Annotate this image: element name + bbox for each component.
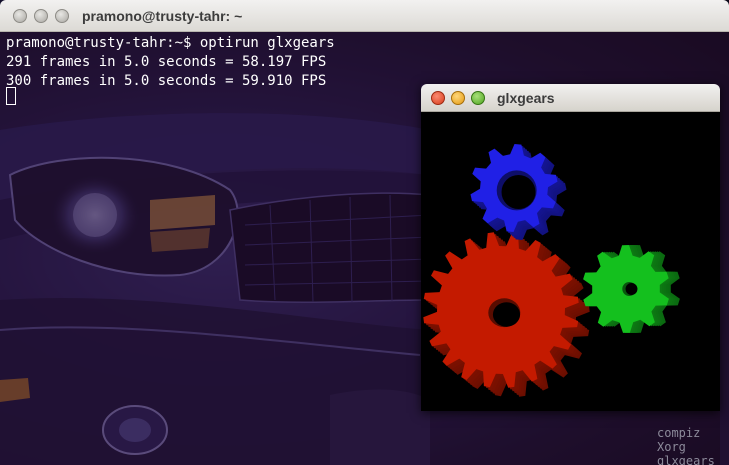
- terminal-cursor: [6, 87, 16, 105]
- glxgears-window[interactable]: glxgears: [421, 84, 720, 411]
- glxgears-canvas[interactable]: [421, 112, 720, 411]
- overlay-line-compiz: compiz: [657, 426, 701, 440]
- glxgears-minimize-button[interactable]: [451, 91, 465, 105]
- desktop: pramono@trusty-tahr: ~ pramono@trusty-ta…: [0, 0, 729, 465]
- terminal-title: pramono@trusty-tahr: ~: [82, 8, 243, 24]
- terminal-line-command: pramono@trusty-tahr:~$ optirun glxgears: [6, 35, 335, 51]
- blue-gear: [470, 144, 567, 240]
- terminal-close-button[interactable]: [13, 9, 27, 23]
- glxgears-close-button[interactable]: [431, 91, 445, 105]
- red-gear: [423, 232, 590, 397]
- terminal-minimize-button[interactable]: [34, 9, 48, 23]
- glxgears-title: glxgears: [497, 90, 555, 106]
- glxgears-titlebar[interactable]: glxgears: [421, 84, 720, 112]
- glxgears-maximize-button[interactable]: [471, 91, 485, 105]
- terminal-titlebar[interactable]: pramono@trusty-tahr: ~: [0, 0, 729, 32]
- overlay-line-xorg: Xorg: [657, 440, 686, 454]
- terminal-line-fps-2: 300 frames in 5.0 seconds = 59.910 FPS: [6, 73, 327, 89]
- terminal-maximize-button[interactable]: [55, 9, 69, 23]
- process-overlay: compiz Xorg glxgears: [657, 426, 715, 465]
- overlay-line-glxgears: glxgears: [657, 454, 715, 465]
- terminal-line-fps-1: 291 frames in 5.0 seconds = 58.197 FPS: [6, 54, 327, 70]
- green-gear: [583, 245, 680, 333]
